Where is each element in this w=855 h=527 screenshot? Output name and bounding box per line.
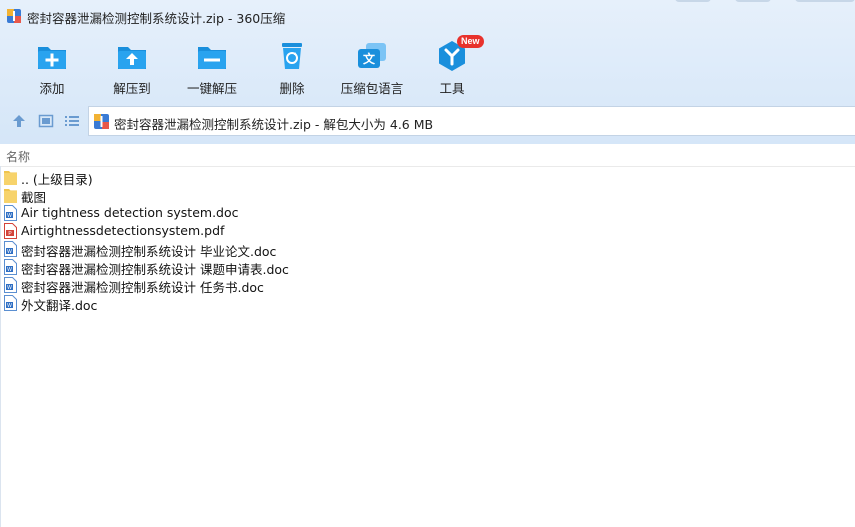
pdf-icon: P (4, 223, 17, 239)
svg-text:W: W (7, 213, 12, 219)
one-click-extract-button[interactable]: 一键解压 (172, 38, 252, 98)
svg-text:文: 文 (363, 51, 376, 66)
add-button[interactable]: 添加 (12, 38, 92, 98)
one-click-extract-label: 一键解压 (186, 81, 237, 96)
svg-text:W: W (7, 267, 12, 273)
svg-text:W: W (7, 249, 12, 255)
tools-button[interactable]: New 工具 (412, 35, 492, 98)
top-chrome: 密封容器泄漏检测控制系统设计.zip - 360压缩 添加 解压到 一键解压 删… (0, 0, 855, 144)
zip-file-icon (94, 114, 109, 129)
word-doc-icon: W (4, 259, 17, 275)
title-bar: 密封容器泄漏检测控制系统设计.zip - 360压缩 (0, 0, 855, 32)
archive-language-button[interactable]: 文 压缩包语言 (332, 38, 412, 98)
add-icon (38, 47, 66, 69)
archive-language-icon: 文 (358, 43, 386, 68)
delete-label: 删除 (279, 81, 305, 96)
one-click-extract-icon (198, 47, 226, 69)
folder-icon (4, 189, 17, 203)
list-view-icon[interactable] (64, 113, 80, 129)
svg-text:W: W (7, 303, 12, 309)
word-doc-icon: W (4, 205, 17, 221)
extract-to-button[interactable]: 解压到 (92, 38, 172, 98)
extract-to-icon (118, 47, 146, 69)
tools-label: 工具 (439, 81, 465, 96)
thumbnail-view-icon[interactable] (38, 113, 54, 129)
list-item[interactable]: W 密封容器泄漏检测控制系统设计 毕业论文.doc (0, 240, 855, 259)
file-name: 外文翻译.doc (21, 298, 98, 313)
delete-button[interactable]: 删除 (252, 38, 332, 98)
archive-app-icon (7, 9, 21, 23)
window-title: 密封容器泄漏检测控制系统设计.zip - 360压缩 (27, 11, 286, 26)
column-name-header[interactable]: 名称 (6, 148, 30, 165)
up-arrow-icon[interactable] (11, 113, 27, 129)
svg-text:W: W (7, 285, 12, 291)
word-doc-icon: W (4, 241, 17, 257)
file-name: Airtightnessdetectionsystem.pdf (21, 223, 225, 238)
window-controls (675, 0, 855, 6)
maximize-button[interactable] (735, 0, 771, 2)
word-doc-icon: W (4, 295, 17, 311)
close-button[interactable] (795, 0, 855, 2)
folder-icon (4, 171, 17, 185)
recycle-delete-icon (282, 43, 302, 69)
list-item[interactable]: W Air tightness detection system.doc (0, 204, 855, 222)
path-text: 密封容器泄漏检测控制系统设计.zip - 解包大小为 4.6 MB (114, 117, 434, 132)
new-badge: New (457, 35, 484, 48)
word-doc-icon: W (4, 277, 17, 293)
list-item[interactable]: W 密封容器泄漏检测控制系统设计 课题申请表.doc (0, 258, 855, 277)
navigation-bar: 密封容器泄漏检测控制系统设计.zip - 解包大小为 4.6 MB (0, 106, 855, 136)
list-item[interactable]: P Airtightnessdetectionsystem.pdf (0, 222, 855, 240)
list-item[interactable]: 截图 (0, 186, 855, 205)
file-name: Air tightness detection system.doc (21, 205, 239, 220)
list-item[interactable]: W 外文翻译.doc (0, 294, 855, 313)
add-label: 添加 (39, 81, 65, 96)
minimize-button[interactable] (675, 0, 711, 2)
column-header: 名称 (0, 144, 855, 167)
archive-language-label: 压缩包语言 (340, 81, 404, 96)
list-item[interactable]: W 密封容器泄漏检测控制系统设计 任务书.doc (0, 276, 855, 295)
parent-directory-row[interactable]: .. (上级目录) (0, 168, 855, 187)
extract-to-label: 解压到 (113, 81, 151, 96)
toolbar: 添加 解压到 一键解压 删除 文 压缩包语言 New 工具 (0, 32, 855, 100)
path-bar[interactable]: 密封容器泄漏检测控制系统设计.zip - 解包大小为 4.6 MB (88, 106, 855, 136)
